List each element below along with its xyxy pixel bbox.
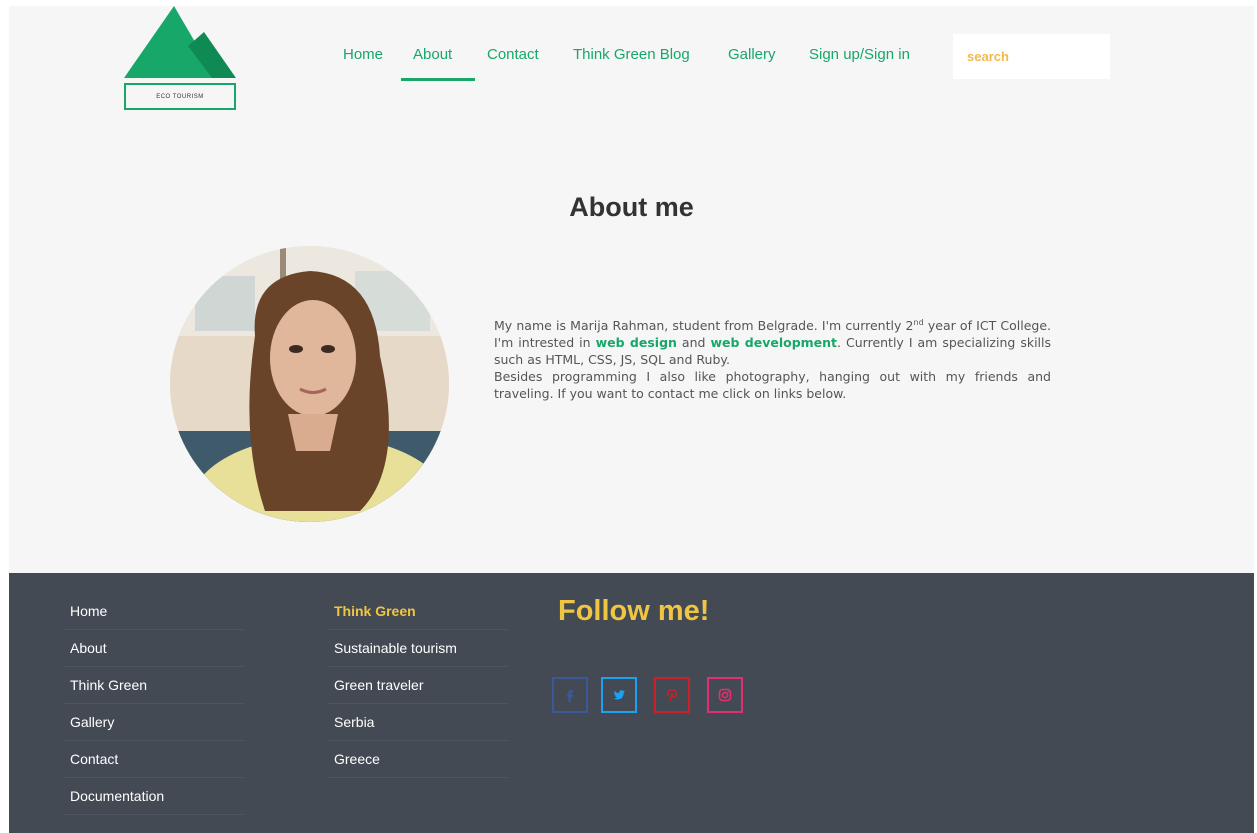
footer-topics-column: Think Green Sustainable tourism Green tr… xyxy=(328,593,508,778)
nav-gallery[interactable]: Gallery xyxy=(728,46,776,63)
pinterest-icon xyxy=(667,689,677,701)
twitter-icon xyxy=(613,690,625,700)
facebook-icon xyxy=(567,690,573,702)
footer-link-sustainable-tourism[interactable]: Sustainable tourism xyxy=(328,630,508,667)
footer: Home About Think Green Gallery Contact D… xyxy=(9,573,1254,833)
nav-about[interactable]: About xyxy=(413,46,452,63)
footer-nav-column: Home About Think Green Gallery Contact D… xyxy=(64,593,244,815)
site-logo[interactable]: ECO TOURISM xyxy=(124,6,236,114)
footer-link-green-traveler[interactable]: Green traveler xyxy=(328,667,508,704)
instagram-button[interactable] xyxy=(707,677,743,713)
bio-superscript: nd xyxy=(913,318,924,327)
footer-link-home[interactable]: Home xyxy=(64,593,244,630)
footer-link-contact[interactable]: Contact xyxy=(64,741,244,778)
footer-link-gallery[interactable]: Gallery xyxy=(64,704,244,741)
bio-text: My name is Marija Rahman, student from B… xyxy=(494,314,1051,402)
footer-link-about[interactable]: About xyxy=(64,630,244,667)
footer-link-greece[interactable]: Greece xyxy=(328,741,508,778)
mountain-logo-icon xyxy=(124,6,236,78)
bio-text-part: My name is Marija Rahman, student from B… xyxy=(494,318,914,334)
web-development-link[interactable]: web development xyxy=(710,335,837,350)
page: ECO TOURISM Home About Contact Think Gre… xyxy=(9,6,1254,833)
logo-text: ECO TOURISM xyxy=(156,93,204,100)
nav-active-indicator xyxy=(401,78,475,81)
person-portrait-icon xyxy=(170,246,449,522)
bio-text-part: Besides programming I also like photogra… xyxy=(494,369,1051,402)
footer-link-think-green[interactable]: Think Green xyxy=(64,667,244,704)
footer-heading-think-green[interactable]: Think Green xyxy=(328,593,508,630)
facebook-button[interactable] xyxy=(552,677,588,713)
follow-title: Follow me! xyxy=(558,595,710,627)
bio-text-part: and xyxy=(676,335,711,351)
twitter-button[interactable] xyxy=(601,677,637,713)
nav-contact[interactable]: Contact xyxy=(487,46,539,63)
footer-link-documentation[interactable]: Documentation xyxy=(64,778,244,815)
page-title: About me xyxy=(569,192,694,222)
instagram-icon xyxy=(718,688,732,702)
profile-photo xyxy=(170,246,449,522)
pinterest-button[interactable] xyxy=(654,677,690,713)
nav-think-green-blog[interactable]: Think Green Blog xyxy=(573,46,690,63)
nav-home[interactable]: Home xyxy=(343,46,383,63)
nav-sign-in[interactable]: Sign up/Sign in xyxy=(809,46,910,63)
search-input[interactable] xyxy=(953,34,1110,79)
web-design-link[interactable]: web design xyxy=(596,335,677,350)
logo-text-box: ECO TOURISM xyxy=(124,83,236,110)
footer-link-serbia[interactable]: Serbia xyxy=(328,704,508,741)
